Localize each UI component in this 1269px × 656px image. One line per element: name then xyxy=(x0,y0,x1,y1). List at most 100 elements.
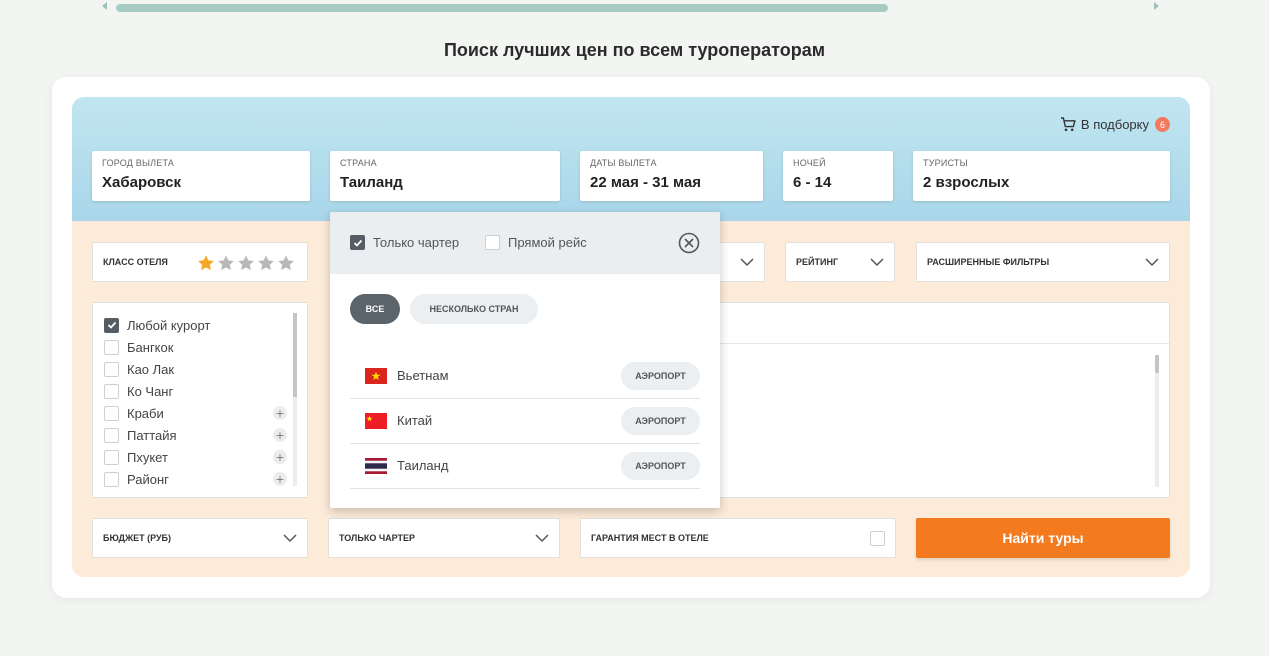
nights-value: 6 - 14 xyxy=(793,174,832,191)
hotel-class-stars[interactable] xyxy=(197,254,295,272)
hotel-class-filter[interactable]: КЛАСС ОТЕЛЯ xyxy=(92,242,308,282)
rating-label: РЕЙТИНГ xyxy=(796,257,839,267)
departure-city-field[interactable]: ГОРОД ВЫЛЕТА Хабаровск xyxy=(92,151,310,201)
list-item[interactable]: Пхукет xyxy=(104,448,168,466)
resort-list[interactable]: Любой курорт Бангкок Као Лак Ко Чанг Кра… xyxy=(92,302,308,498)
chevron-down-icon xyxy=(1145,258,1159,267)
star-icon[interactable] xyxy=(237,254,255,272)
resort-name: Бангкок xyxy=(127,339,174,355)
checkbox[interactable] xyxy=(104,471,119,487)
vietnam-flag-icon xyxy=(365,368,387,384)
list-item[interactable]: Любой курорт xyxy=(104,316,210,334)
hotel-list-scrollbar[interactable] xyxy=(1155,355,1159,487)
direct-flight-label: Прямой рейс xyxy=(508,235,587,250)
airport-button[interactable]: АЭРОПОРТ xyxy=(621,407,700,435)
country-value: Таиланд xyxy=(340,174,403,191)
budget-label: БЮДЖЕТ (РУБ) xyxy=(103,533,172,543)
cart-button[interactable]: В подборку 6 xyxy=(1060,117,1170,132)
divider xyxy=(701,343,1169,344)
charter-label: ТОЛЬКО ЧАРТЕР xyxy=(339,533,416,543)
dates-label: ДАТЫ ВЫЛЕТА xyxy=(590,158,657,168)
budget-select[interactable]: БЮДЖЕТ (РУБ) xyxy=(92,518,308,558)
slider-right-arrow-icon[interactable] xyxy=(1154,2,1159,10)
direct-flight-option[interactable]: Прямой рейс xyxy=(485,235,587,250)
country-label: СТРАНА xyxy=(340,158,377,168)
checkbox[interactable] xyxy=(104,383,119,399)
country-name: Китай xyxy=(397,413,433,428)
checkbox[interactable] xyxy=(104,339,119,355)
list-item[interactable]: Краби xyxy=(104,404,164,422)
cart-count-badge: 6 xyxy=(1155,117,1170,132)
dates-value: 22 мая - 31 мая xyxy=(590,174,702,191)
cart-icon xyxy=(1060,117,1076,132)
checkbox[interactable] xyxy=(350,235,365,250)
checkbox[interactable] xyxy=(104,317,119,333)
advanced-filters[interactable]: РАСШИРЕННЫЕ ФИЛЬТРЫ xyxy=(916,242,1170,282)
resort-name: Као Лак xyxy=(127,361,175,377)
dates-field[interactable]: ДАТЫ ВЫЛЕТА 22 мая - 31 мая xyxy=(580,151,763,201)
charter-select[interactable]: ТОЛЬКО ЧАРТЕР xyxy=(328,518,560,558)
country-dropdown: Только чартер Прямой рейс ВСЕ НЕСКОЛЬКО … xyxy=(330,212,720,508)
scrollbar-thumb[interactable] xyxy=(1155,355,1159,373)
resort-list-scrollbar[interactable] xyxy=(293,313,297,486)
guarantee-label: ГАРАНТИЯ МЕСТ В ОТЕЛЕ xyxy=(591,533,709,543)
checkbox[interactable] xyxy=(104,427,119,443)
expand-plus-icon[interactable]: + xyxy=(273,406,287,420)
country-name: Вьетнам xyxy=(397,368,449,383)
check-icon xyxy=(353,239,362,247)
list-item[interactable]: Паттайя xyxy=(104,426,177,444)
nights-field[interactable]: НОЧЕЙ 6 - 14 xyxy=(783,151,893,201)
country-field[interactable]: СТРАНА Таиланд xyxy=(330,151,560,201)
checkbox[interactable] xyxy=(104,405,119,421)
search-panel-header: В подборку 6 ГОРОД ВЫЛЕТА Хабаровск СТРА… xyxy=(72,97,1190,221)
airport-button[interactable]: АЭРОПОРТ xyxy=(621,362,700,390)
nights-label: НОЧЕЙ xyxy=(793,158,826,168)
scrollbar-thumb[interactable] xyxy=(293,313,297,397)
chevron-down-icon xyxy=(535,534,549,543)
star-icon[interactable] xyxy=(277,254,295,272)
advanced-filters-label: РАСШИРЕННЫЕ ФИЛЬТРЫ xyxy=(927,257,1050,267)
thailand-flag-icon xyxy=(365,458,387,474)
country-name: Таиланд xyxy=(397,458,449,473)
expand-plus-icon[interactable]: + xyxy=(273,428,287,442)
country-item-china[interactable]: Китай АЭРОПОРТ xyxy=(350,399,700,444)
checkbox[interactable] xyxy=(104,449,119,465)
china-flag-icon xyxy=(365,413,387,429)
guarantee-toggle[interactable]: ГАРАНТИЯ МЕСТ В ОТЕЛЕ xyxy=(580,518,896,558)
chevron-down-icon xyxy=(740,258,754,267)
hotel-list[interactable] xyxy=(700,302,1170,498)
guarantee-checkbox[interactable] xyxy=(870,531,885,546)
tourists-field[interactable]: ТУРИСТЫ 2 взрослых xyxy=(913,151,1170,201)
cart-label: В подборку xyxy=(1080,117,1149,132)
country-item-vietnam[interactable]: Вьетнам АЭРОПОРТ xyxy=(350,354,700,399)
list-item[interactable]: Районг xyxy=(104,470,169,488)
slider-left-arrow-icon[interactable] xyxy=(102,2,107,10)
list-item[interactable]: Ко Чанг xyxy=(104,382,173,400)
resort-name: Краби xyxy=(127,405,164,421)
tourists-label: ТУРИСТЫ xyxy=(923,158,968,168)
checkbox[interactable] xyxy=(485,235,500,250)
tab-all[interactable]: ВСЕ xyxy=(350,294,400,324)
search-tours-button[interactable]: Найти туры xyxy=(916,518,1170,558)
charter-only-option[interactable]: Только чартер xyxy=(350,235,459,250)
slider-scrollbar[interactable] xyxy=(116,4,888,12)
checkbox[interactable] xyxy=(104,361,119,377)
list-item[interactable]: Као Лак xyxy=(104,360,174,378)
departure-city-label: ГОРОД ВЫЛЕТА xyxy=(102,158,175,168)
star-icon[interactable] xyxy=(217,254,235,272)
country-item-thailand[interactable]: Таиланд АЭРОПОРТ xyxy=(350,444,700,489)
departure-city-value: Хабаровск xyxy=(102,174,181,191)
expand-plus-icon[interactable]: + xyxy=(273,472,287,486)
airport-button[interactable]: АЭРОПОРТ xyxy=(621,452,700,480)
resort-name: Ко Чанг xyxy=(127,383,174,399)
close-icon[interactable] xyxy=(678,232,700,254)
star-icon[interactable] xyxy=(197,254,215,272)
tab-multiple-countries[interactable]: НЕСКОЛЬКО СТРАН xyxy=(410,294,538,324)
star-icon[interactable] xyxy=(257,254,275,272)
rating-filter[interactable]: РЕЙТИНГ xyxy=(785,242,895,282)
page-title: Поиск лучших цен по всем туроператорам xyxy=(443,40,826,60)
expand-plus-icon[interactable]: + xyxy=(273,450,287,464)
list-item[interactable]: Бангкок xyxy=(104,338,173,356)
top-slider[interactable] xyxy=(100,2,1160,14)
resort-name: Паттайя xyxy=(127,427,177,443)
